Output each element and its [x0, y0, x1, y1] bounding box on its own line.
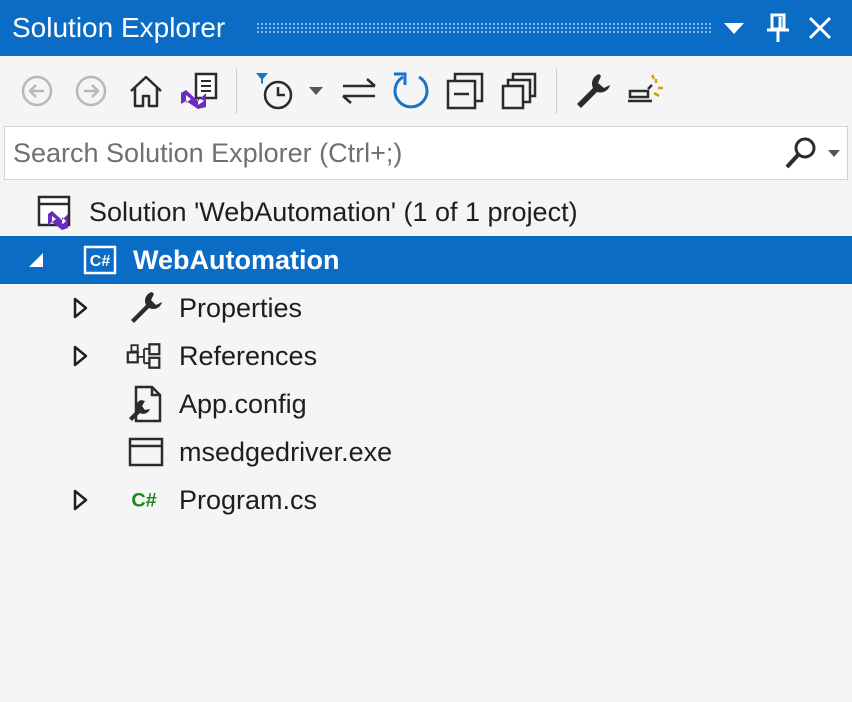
preview-selected-items-icon: [628, 74, 663, 103]
tree-row-app-config[interactable]: App.config: [0, 380, 852, 428]
auto-hide-pin-button[interactable]: [760, 10, 796, 46]
expand-arrow-icon[interactable]: [68, 296, 92, 320]
search-options-dropdown[interactable]: [823, 135, 845, 171]
toolbar: [0, 56, 852, 126]
close-button[interactable]: [802, 10, 838, 46]
window-position-dropdown-button[interactable]: [716, 10, 752, 46]
tree-row-references[interactable]: References: [0, 332, 852, 380]
expand-arrow-icon[interactable]: [68, 488, 92, 512]
show-all-files-icon: [501, 72, 537, 110]
expand-arrow-icon[interactable]: [68, 344, 92, 368]
properties-button[interactable]: [570, 68, 616, 114]
dropdown-arrow-icon: [724, 23, 744, 34]
svg-text:C#: C#: [131, 489, 156, 511]
preview-selected-items-button[interactable]: [624, 68, 670, 114]
tree-row-label: App.config: [179, 389, 307, 419]
forward-button[interactable]: [70, 68, 112, 114]
sync-with-active-document-icon: [342, 78, 376, 104]
tree-row-label: Properties: [179, 293, 303, 323]
back-button[interactable]: [16, 68, 58, 114]
references-icon: [126, 338, 162, 374]
tree-row-msedgedriver[interactable]: msedgedriver.exe: [0, 428, 852, 476]
tree-row-project[interactable]: C# WebAutomation: [0, 236, 852, 284]
home-button[interactable]: [124, 68, 168, 114]
config-file-icon: [128, 385, 164, 423]
tree-row-label: WebAutomation: [133, 245, 340, 275]
toolbar-separator: [556, 68, 557, 114]
solution-icon: [36, 194, 72, 230]
refresh-button[interactable]: [388, 68, 434, 114]
collapse-arrow-icon[interactable]: [24, 248, 48, 272]
filter-dropdown-icon: [309, 87, 323, 95]
pending-changes-filter-icon: [256, 73, 293, 110]
show-all-files-button[interactable]: [496, 68, 542, 114]
csharp-project-icon: C#: [82, 242, 118, 278]
refresh-icon: [393, 72, 429, 109]
search-box: [4, 126, 848, 180]
collapse-all-button[interactable]: [442, 68, 488, 114]
collapse-all-icon: [446, 72, 484, 110]
svg-text:C#: C#: [90, 253, 111, 270]
solution-tree: Solution 'WebAutomation' (1 of 1 project…: [0, 186, 852, 702]
wrench-icon: [128, 290, 164, 326]
csharp-file-icon: C#: [126, 482, 162, 518]
tree-row-program-cs[interactable]: C# Program.cs: [0, 476, 852, 524]
sync-with-active-document-button[interactable]: [336, 68, 382, 114]
tree-row-solution[interactable]: Solution 'WebAutomation' (1 of 1 project…: [0, 188, 852, 236]
title-grip[interactable]: [256, 22, 712, 34]
close-icon: [808, 16, 832, 40]
switch-views-button[interactable]: [176, 68, 222, 114]
chevron-down-icon: [828, 149, 840, 157]
tree-row-label: Program.cs: [179, 485, 318, 515]
pin-icon: [767, 13, 789, 42]
filter-dropdown-button[interactable]: [302, 68, 330, 114]
switch-views-icon: [181, 72, 218, 109]
tree-row-properties[interactable]: Properties: [0, 284, 852, 332]
properties-wrench-icon: [577, 74, 610, 108]
toolbar-separator: [236, 68, 237, 114]
search-button[interactable]: [783, 135, 819, 171]
back-arrow-icon: [21, 75, 53, 107]
search-icon: [785, 137, 816, 169]
pending-changes-filter-button[interactable]: [250, 68, 300, 114]
title-bar: Solution Explorer: [0, 0, 852, 56]
window-title: Solution Explorer: [12, 12, 226, 43]
tree-row-label: Solution 'WebAutomation' (1 of 1 project…: [89, 197, 578, 227]
exe-file-icon: [128, 434, 164, 470]
home-icon: [130, 75, 162, 108]
tree-row-label: References: [179, 341, 318, 371]
search-input[interactable]: [13, 135, 773, 171]
tree-row-label: msedgedriver.exe: [179, 437, 393, 467]
forward-arrow-icon: [75, 75, 107, 107]
